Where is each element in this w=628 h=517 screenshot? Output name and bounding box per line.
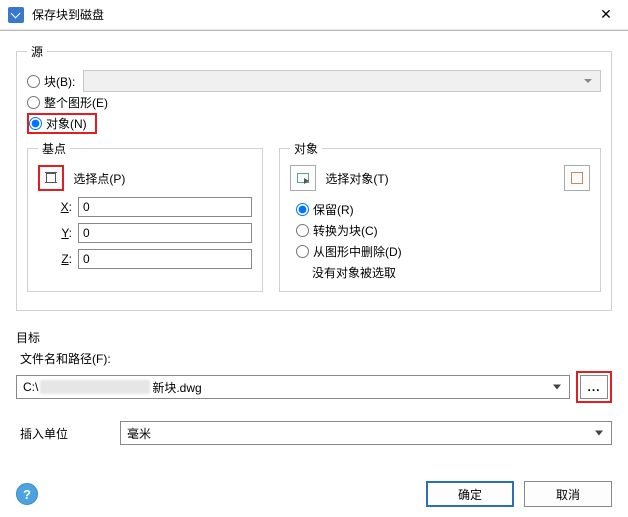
z-input[interactable] [78,249,252,269]
retain-label: 保留(R) [313,201,354,218]
units-select[interactable]: 毫米 [120,421,612,445]
app-icon [8,7,24,23]
source-objects-row: 对象(N) [27,113,601,134]
browse-highlight: ... [576,371,612,403]
units-label: 插入单位 [20,425,120,442]
source-drawing-radio[interactable] [27,96,40,109]
source-drawing-row: 整个图形(E) [27,94,601,111]
select-objects-icon [295,170,311,186]
source-block-label: 块(B): [44,73,75,90]
x-row: X: [46,197,252,217]
source-group: 源 块(B): 整个图形(E) 对象(N) 基点 选择 [16,43,612,311]
window-title: 保存块到磁盘 [32,6,584,23]
source-legend: 源 [27,43,47,60]
footer: ? 确定 取消 [16,481,612,507]
y-row: Y: [46,223,252,243]
x-label: X: [46,200,72,214]
select-objects-row: 选择对象(T) [290,165,590,191]
path-row: C:\ 新块.dwg ... [16,371,612,403]
pick-point-label: 选择点(P) [73,172,125,186]
objects-legend: 对象 [290,140,322,157]
convert-radio[interactable] [296,224,309,237]
source-drawing-label: 整个图形(E) [44,94,108,111]
path-label: 文件名和路径(F): [20,350,612,367]
source-block-row: 块(B): [27,70,601,92]
units-value: 毫米 [127,425,151,442]
quick-select-button[interactable] [564,165,590,191]
quick-select-icon [569,170,585,186]
dialog-body: 源 块(B): 整个图形(E) 对象(N) 基点 选择 [0,30,628,517]
help-button[interactable]: ? [16,483,38,505]
path-combo[interactable]: C:\ 新块.dwg [16,375,570,399]
objects-status: 没有对象被选取 [312,264,590,281]
retain-radio[interactable] [296,203,309,216]
objects-group: 对象 选择对象(T) 保留(R) [279,140,601,292]
source-block-radio[interactable] [27,75,40,88]
path-blurred-segment [40,380,150,394]
path-suffix: 新块.dwg [152,379,201,396]
destination-section-label: 目标 [16,329,612,346]
pick-point-icon [43,170,59,186]
source-objects-highlight: 对象(N) [27,113,97,134]
y-input[interactable] [78,223,252,243]
source-objects-label: 对象(N) [46,115,87,132]
source-objects-radio[interactable] [29,117,42,130]
y-label: Y: [46,226,72,240]
block-name-dropdown[interactable] [83,70,601,92]
browse-button[interactable]: ... [580,375,608,399]
pick-point-row: 选择点(P) [38,165,252,191]
convert-label: 转换为块(C) [313,222,378,239]
titlebar: 保存块到磁盘 ✕ [0,0,628,30]
units-row: 插入单位 毫米 [16,421,612,445]
delete-radio[interactable] [296,245,309,258]
cancel-button[interactable]: 取消 [524,481,612,507]
close-button[interactable]: ✕ [584,0,628,30]
z-row: Z: [46,249,252,269]
z-label: Z: [46,252,72,266]
basepoint-legend: 基点 [38,140,70,157]
objects-mode-radios: 保留(R) 转换为块(C) 从图形中删除(D) 没有对象被选取 [290,201,590,281]
select-objects-button[interactable] [290,165,316,191]
inner-row: 基点 选择点(P) X: Y: Z: [27,140,601,300]
basepoint-group: 基点 选择点(P) X: Y: Z: [27,140,263,292]
select-objects-label: 选择对象(T) [325,172,388,186]
x-input[interactable] [78,197,252,217]
ok-button[interactable]: 确定 [426,481,514,507]
path-prefix: C:\ [23,380,38,394]
pick-point-button[interactable] [38,165,64,191]
delete-label: 从图形中删除(D) [313,243,402,260]
